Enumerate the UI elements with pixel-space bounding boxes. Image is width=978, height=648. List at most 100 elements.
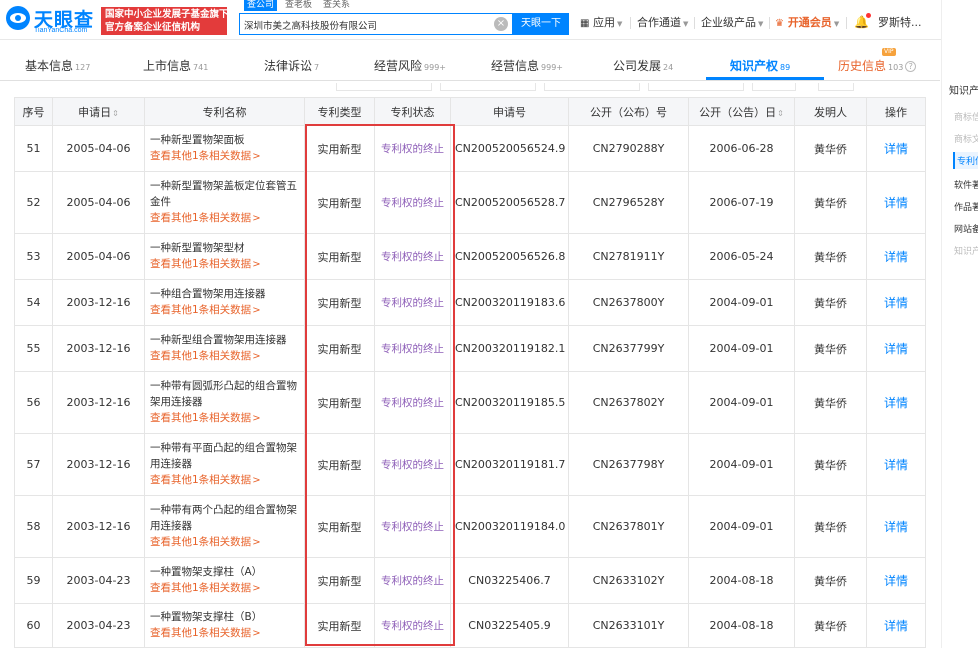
cell-action: 详情 <box>866 557 926 604</box>
tab-label: 法律诉讼 <box>264 59 313 73</box>
sidebar-item-software-copyright[interactable]: 软件著 <box>954 178 978 191</box>
tab-business-info[interactable]: 经营信息 999+ <box>491 57 563 74</box>
more-data-link[interactable]: 查看其他1条相关数据> <box>150 410 300 427</box>
cell-apply-date: 2003-12-16 <box>52 495 145 558</box>
cell-apply-date: 2003-04-23 <box>52 557 145 604</box>
nav-cooperate[interactable]: 合作通道 ▼ <box>637 14 688 33</box>
search-tab-relation[interactable]: 查关系 <box>320 0 353 11</box>
nav-user[interactable]: 罗斯特... <box>878 14 922 32</box>
more-data-label: 查看其他1条相关数据 <box>150 350 252 362</box>
more-data-link[interactable]: 查看其他1条相关数据> <box>150 148 300 165</box>
detail-link[interactable]: 详情 <box>884 619 908 633</box>
cell-no: 53 <box>14 233 53 280</box>
nav-divider <box>846 17 847 29</box>
cell-action: 详情 <box>866 371 926 434</box>
tab-business-risk[interactable]: 经营风险 999+ <box>374 57 446 74</box>
help-icon[interactable]: ? <box>905 61 917 72</box>
clear-icon[interactable]: × <box>494 17 508 31</box>
more-data-link[interactable]: 查看其他1条相关数据> <box>150 580 300 597</box>
official-banner: 国家中小企业发展子基金旗下 官方备案企业征信机构 <box>101 7 227 35</box>
more-data-link[interactable]: 查看其他1条相关数据> <box>150 210 300 227</box>
cell-app-no: CN200320119184.0 <box>450 495 569 558</box>
tab-basic-info[interactable]: 基本信息 127 <box>25 57 90 74</box>
patent-name-text: 一种新型组合置物架用连接器 <box>150 334 287 346</box>
more-data-label: 查看其他1条相关数据 <box>150 627 252 639</box>
table-row: 56 2003-12-16 一种带有圆弧形凸起的组合置物架用连接器 查看其他1条相关数… <box>14 371 926 434</box>
sidebar-item-work-copyright[interactable]: 作品著 <box>954 200 978 213</box>
detail-link[interactable]: 详情 <box>884 142 908 156</box>
tab-intellectual-property[interactable]: 知识产权 89 <box>730 57 790 74</box>
filter-dropdown[interactable] <box>648 83 744 91</box>
sidebar-item-patent[interactable]: 专利信 <box>953 152 978 169</box>
sidebar-item-trademark[interactable]: 商标信 <box>954 110 978 123</box>
vip-badge: VIP <box>882 48 896 56</box>
more-data-link[interactable]: 查看其他1条相关数据> <box>150 348 300 365</box>
detail-link[interactable]: 详情 <box>884 574 908 588</box>
patent-name-text: 一种带有平面凸起的组合置物架用连接器 <box>150 442 297 470</box>
cell-action: 详情 <box>866 279 926 326</box>
cell-pub-no: CN2790288Y <box>568 125 689 172</box>
patent-name-text: 一种带有圆弧形凸起的组合置物架用连接器 <box>150 380 297 408</box>
tab-history-info[interactable]: 历史信息 103? <box>838 57 917 74</box>
sidebar-item-website-record[interactable]: 网站备 <box>954 222 978 235</box>
detail-link[interactable]: 详情 <box>884 296 908 310</box>
chevron-right-icon: > <box>252 583 261 594</box>
detail-link[interactable]: 详情 <box>884 342 908 356</box>
detail-link[interactable]: 详情 <box>884 458 908 472</box>
detail-link[interactable]: 详情 <box>884 250 908 264</box>
chevron-down-icon: ▼ <box>833 20 840 28</box>
chevron-right-icon: > <box>252 413 261 424</box>
tab-label: 经营信息 <box>491 59 540 73</box>
detail-link[interactable]: 详情 <box>884 196 908 210</box>
search-button[interactable]: 天眼一下 <box>513 13 569 35</box>
filter-dropdown[interactable] <box>752 83 796 91</box>
detail-link[interactable]: 详情 <box>884 520 908 534</box>
chevron-down-icon: ▼ <box>616 20 623 28</box>
col-header-apply-date[interactable]: 申请日⇕ <box>52 97 145 126</box>
filter-dropdown[interactable] <box>440 83 536 91</box>
tab-company-development[interactable]: 公司发展 24 <box>613 57 673 74</box>
more-data-link[interactable]: 查看其他1条相关数据> <box>150 472 300 489</box>
more-data-link[interactable]: 查看其他1条相关数据> <box>150 256 300 273</box>
nav-app[interactable]: ▦ 应用 ▼ <box>580 14 622 33</box>
cell-apply-date: 2003-12-16 <box>52 433 145 496</box>
search-tab-company[interactable]: 查公司 <box>244 0 278 11</box>
cell-inventor: 黄华侨 <box>794 603 867 648</box>
patent-name-text: 一种置物架支撑柱（A） <box>150 566 263 578</box>
cell-patent-name: 一种置物架支撑柱（B） 查看其他1条相关数据> <box>144 603 305 648</box>
col-header-pub-date[interactable]: 公开（公告）日⇕ <box>688 97 795 126</box>
more-data-link[interactable]: 查看其他1条相关数据> <box>150 302 300 319</box>
cell-patent-type: 实用新型 <box>304 603 375 648</box>
tianyancha-logo[interactable]: 天眼查 TianYanCha.com <box>4 3 96 37</box>
detail-link[interactable]: 详情 <box>884 396 908 410</box>
filter-dropdown[interactable] <box>336 83 432 91</box>
cell-patent-status: 专利权的终止 <box>374 125 451 172</box>
cell-pub-no: CN2796528Y <box>568 171 689 234</box>
cell-patent-type: 实用新型 <box>304 233 375 280</box>
cell-patent-status: 专利权的终止 <box>374 495 451 558</box>
nav-divider <box>630 17 631 29</box>
tab-listing-info[interactable]: 上市信息 741 <box>143 57 208 74</box>
tab-litigation[interactable]: 法律诉讼 7 <box>264 57 319 74</box>
nav-app-label: 应用 <box>592 16 615 29</box>
filter-dropdown[interactable] <box>544 83 640 91</box>
sidebar-item-ip-more[interactable]: 知识产 <box>954 244 978 257</box>
nav-vip[interactable]: ♛ 开通会员 ▼ <box>775 14 839 33</box>
cell-no: 54 <box>14 279 53 326</box>
more-data-link[interactable]: 查看其他1条相关数据> <box>150 625 300 642</box>
cell-app-no: CN200520056528.7 <box>450 171 569 234</box>
search-input[interactable] <box>244 17 484 33</box>
more-data-label: 查看其他1条相关数据 <box>150 536 252 548</box>
chevron-right-icon: > <box>252 305 261 316</box>
filter-dropdown[interactable] <box>818 83 854 91</box>
search-tab-boss[interactable]: 查老板 <box>282 0 315 11</box>
chevron-right-icon: > <box>252 151 261 162</box>
cell-inventor: 黄华侨 <box>794 433 867 496</box>
nav-divider <box>694 17 695 29</box>
nav-enterprise[interactable]: 企业级产品 ▼ <box>701 14 763 33</box>
cell-inventor: 黄华侨 <box>794 325 867 372</box>
sidebar-item-trademark-doc[interactable]: 商标文 <box>954 132 978 145</box>
cell-inventor: 黄华侨 <box>794 279 867 326</box>
cell-patent-status: 专利权的终止 <box>374 371 451 434</box>
more-data-link[interactable]: 查看其他1条相关数据> <box>150 534 300 551</box>
